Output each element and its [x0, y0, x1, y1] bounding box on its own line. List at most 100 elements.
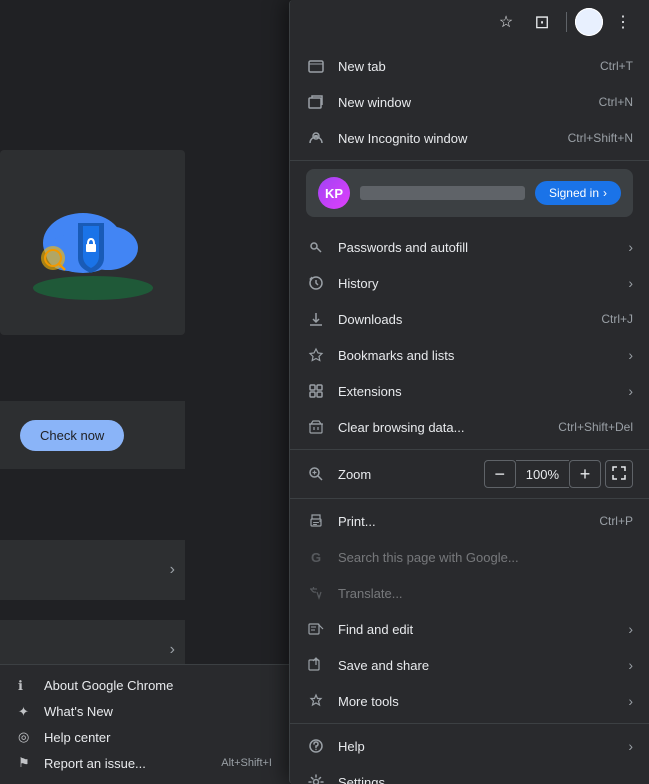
- section-browser-features: Passwords and autofill › History ›: [290, 225, 649, 450]
- more-options-button[interactable]: ⋮: [607, 6, 639, 38]
- history-icon: [306, 273, 326, 293]
- bottom-nav: ℹ About Google Chrome ✦ What's New ◎ Hel…: [0, 664, 290, 784]
- fullscreen-icon: [612, 466, 626, 483]
- sidebar-item-whats-new[interactable]: ✦ What's New: [12, 700, 278, 724]
- new-incognito-shortcut: Ctrl+Shift+N: [568, 131, 633, 145]
- find-edit-label: Find and edit: [338, 622, 620, 637]
- section-zoom: Zoom − 100% +: [290, 450, 649, 499]
- zoom-icon: [306, 464, 326, 484]
- menu-item-more-tools[interactable]: More tools ›: [290, 683, 649, 719]
- save-share-arrow: ›: [628, 657, 633, 673]
- incognito-icon: [306, 128, 326, 148]
- print-label: Print...: [338, 514, 591, 529]
- check-now-button[interactable]: Check now: [20, 420, 124, 451]
- clear-data-shortcut: Ctrl+Shift+Del: [558, 420, 633, 434]
- flag-icon: ⚑: [18, 755, 34, 771]
- menu-item-clear-data[interactable]: Clear browsing data... Ctrl+Shift+Del: [290, 409, 649, 445]
- zoom-controls: − 100% +: [484, 460, 601, 488]
- extensions-menu-icon: [306, 381, 326, 401]
- menu-item-new-window[interactable]: New window Ctrl+N: [290, 84, 649, 120]
- extensions-arrow: ›: [628, 383, 633, 399]
- menu-item-new-tab[interactable]: New tab Ctrl+T: [290, 48, 649, 84]
- chrome-menu-panel: ☆ ⊡ ⋮ New tab Ctrl+T: [289, 0, 649, 784]
- clear-data-label: Clear browsing data...: [338, 420, 550, 435]
- menu-item-extensions[interactable]: Extensions ›: [290, 373, 649, 409]
- menu-item-help[interactable]: Help ›: [290, 728, 649, 764]
- toolbar-divider: [566, 12, 567, 32]
- settings-label: Settings: [338, 775, 633, 784]
- zoom-row: Zoom − 100% +: [290, 454, 649, 494]
- google-g-icon: G: [306, 547, 326, 567]
- sidebar-item-report-issue[interactable]: ⚑ Report an issue... Alt+Shift+I: [12, 751, 278, 775]
- about-chrome-label: About Google Chrome: [44, 678, 173, 693]
- zoom-value: 100%: [516, 460, 569, 488]
- profile-section: KP Signed in ›: [290, 161, 649, 225]
- profile-row[interactable]: KP Signed in ›: [306, 169, 633, 217]
- more-tools-arrow: ›: [628, 693, 633, 709]
- save-share-icon: [306, 655, 326, 675]
- section-page-actions: Print... Ctrl+P G Search this page with …: [290, 499, 649, 724]
- background-panel: Check now › › ℹ About Google Chrome ✦ Wh…: [0, 0, 290, 784]
- history-arrow: ›: [628, 275, 633, 291]
- menu-item-settings[interactable]: Settings: [290, 764, 649, 784]
- zoom-label: Zoom: [338, 467, 484, 482]
- help-label: Help: [338, 739, 620, 754]
- menu-item-bookmarks[interactable]: Bookmarks and lists ›: [290, 337, 649, 373]
- section-misc: Help › Settings Exit: [290, 724, 649, 784]
- signed-in-arrow: ›: [603, 186, 607, 200]
- report-issue-shortcut: Alt+Shift+I: [221, 757, 272, 769]
- clear-data-icon: [306, 417, 326, 437]
- menu-item-search-page: G Search this page with Google...: [290, 539, 649, 575]
- zoom-decrease-button[interactable]: −: [484, 460, 516, 488]
- more-tools-icon: [306, 691, 326, 711]
- zoom-increase-button[interactable]: +: [569, 460, 601, 488]
- print-shortcut: Ctrl+P: [599, 514, 633, 528]
- menu-item-new-incognito[interactable]: New Incognito window Ctrl+Shift+N: [290, 120, 649, 156]
- passwords-icon: [306, 237, 326, 257]
- arrow-area-top: ›: [0, 540, 185, 600]
- downloads-label: Downloads: [338, 312, 593, 327]
- extensions-button[interactable]: ⊡: [526, 6, 558, 38]
- menu-item-find-edit[interactable]: Find and edit ›: [290, 611, 649, 647]
- search-page-label: Search this page with Google...: [338, 550, 633, 565]
- downloads-shortcut: Ctrl+J: [601, 312, 633, 326]
- new-tab-icon: [306, 56, 326, 76]
- bookmarks-icon: [306, 345, 326, 365]
- settings-icon: [306, 772, 326, 784]
- whats-new-label: What's New: [44, 704, 113, 719]
- menu-item-downloads[interactable]: Downloads Ctrl+J: [290, 301, 649, 337]
- report-issue-label: Report an issue...: [44, 756, 146, 771]
- menu-item-save-share[interactable]: Save and share ›: [290, 647, 649, 683]
- chevron-right-icon-bottom: ›: [170, 641, 175, 659]
- zoom-fullscreen-button[interactable]: [605, 460, 633, 488]
- more-tools-label: More tools: [338, 694, 620, 709]
- menu-item-translate: Translate...: [290, 575, 649, 611]
- avatar: [575, 8, 603, 36]
- new-incognito-label: New Incognito window: [338, 131, 560, 146]
- history-label: History: [338, 276, 620, 291]
- menu-item-print[interactable]: Print... Ctrl+P: [290, 503, 649, 539]
- bookmarks-label: Bookmarks and lists: [338, 348, 620, 363]
- bookmark-star-button[interactable]: ☆: [490, 6, 522, 38]
- sidebar-item-help-center[interactable]: ◎ Help center: [12, 725, 278, 749]
- vertical-dots-icon: ⋮: [615, 12, 631, 32]
- print-icon: [306, 511, 326, 531]
- downloads-icon: [306, 309, 326, 329]
- profile-name-box: [360, 186, 525, 200]
- bookmarks-arrow: ›: [628, 347, 633, 363]
- help-arrow: ›: [628, 738, 633, 754]
- new-tab-shortcut: Ctrl+T: [600, 59, 633, 73]
- menu-toolbar: ☆ ⊡ ⋮: [290, 0, 649, 44]
- profile-avatar: KP: [318, 177, 350, 209]
- find-edit-icon: [306, 619, 326, 639]
- new-window-label: New window: [338, 95, 591, 110]
- menu-item-passwords[interactable]: Passwords and autofill ›: [290, 229, 649, 265]
- passwords-label: Passwords and autofill: [338, 240, 620, 255]
- sidebar-item-about-chrome[interactable]: ℹ About Google Chrome: [12, 674, 278, 698]
- signed-in-button[interactable]: Signed in ›: [535, 181, 621, 205]
- info-icon: ℹ: [18, 678, 34, 694]
- star-sparkle-icon: ✦: [18, 704, 34, 720]
- menu-item-history[interactable]: History ›: [290, 265, 649, 301]
- find-edit-arrow: ›: [628, 621, 633, 637]
- extensions-icon: ⊡: [534, 12, 549, 33]
